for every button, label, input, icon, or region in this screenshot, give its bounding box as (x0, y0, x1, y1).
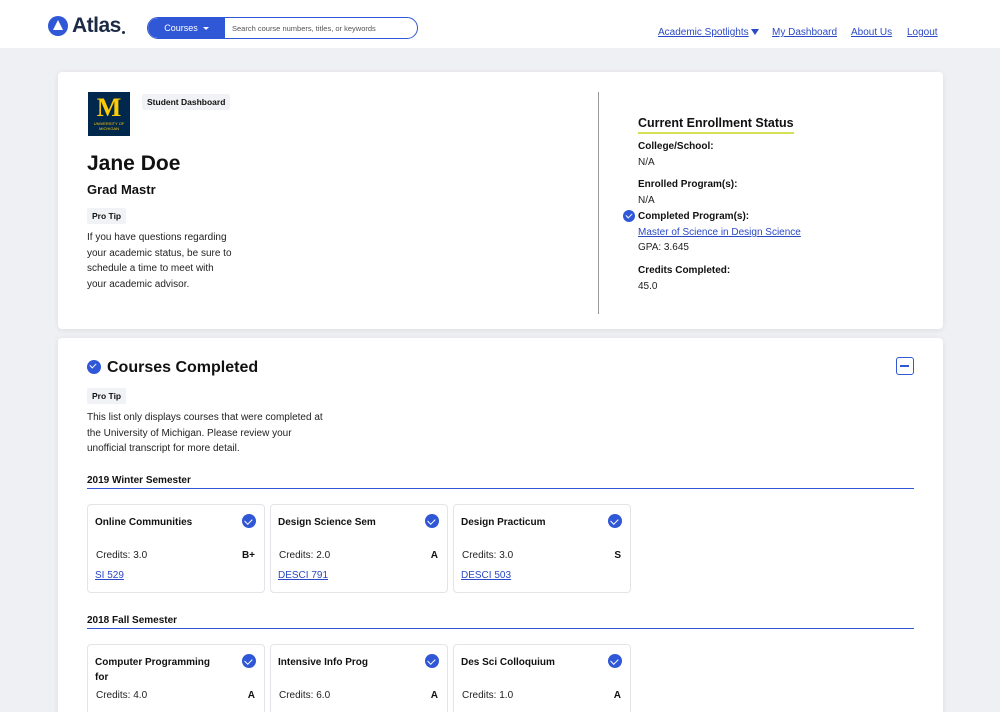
credits-completed-value: 45.0 (638, 281, 658, 292)
completed-check-icon (425, 654, 439, 668)
completed-check-icon (623, 210, 635, 222)
semester-divider (87, 488, 914, 489)
search-input[interactable] (225, 18, 417, 38)
completed-program-link[interactable]: Master of Science in Design Science (638, 227, 801, 238)
course-title: Computer Programming for (95, 657, 211, 683)
atlas-logo-icon (48, 16, 68, 36)
credits-completed-label: Credits Completed: (638, 265, 731, 276)
course-card[interactable]: Design Science Sem Credits: 2.0 A DESCI … (270, 504, 448, 593)
completed-check-icon (242, 654, 256, 668)
nav-academic-spotlights[interactable]: Academic Spotlights (658, 27, 759, 38)
nav-my-dashboard[interactable]: My Dashboard (772, 27, 837, 38)
completed-programs-label: Completed Program(s): (638, 211, 750, 222)
enrolled-programs-label: Enrolled Program(s): (638, 179, 738, 190)
course-card[interactable]: Online Communities Credits: 3.0 B+ SI 52… (87, 504, 265, 593)
course-card[interactable]: Intensive Info Prog Credits: 6.0 A (270, 644, 448, 712)
semester-heading: 2018 Fall Semester (87, 615, 178, 626)
course-credits: Credits: 3.0 (462, 550, 514, 561)
course-grade: A (430, 550, 438, 561)
dropdown-triangle-icon (750, 29, 759, 36)
student-program: Grad Mastr (87, 182, 156, 197)
courses-completed-heading: Courses Completed (107, 359, 259, 376)
profile-card: M UNIVERSITY OF MICHIGAN Student Dashboa… (58, 72, 943, 329)
pro-tip-badge: Pro Tip (87, 388, 127, 404)
course-credits: Credits: 6.0 (279, 690, 331, 701)
course-grade: A (430, 690, 438, 701)
nav-logout[interactable]: Logout (907, 27, 938, 38)
course-credits: Credits: 3.0 (96, 550, 148, 561)
search-category-dropdown[interactable]: Courses (148, 18, 225, 38)
completed-check-icon (242, 514, 256, 528)
course-title: Des Sci Colloquium (461, 657, 555, 668)
course-credits: Credits: 2.0 (279, 550, 331, 561)
chevron-down-icon (202, 26, 209, 30)
course-title: Design Science Sem (278, 517, 376, 528)
course-credits: Credits: 1.0 (462, 690, 514, 701)
courses-completed-check-icon (87, 360, 101, 374)
completed-check-icon (608, 654, 622, 668)
enrolled-programs-value: N/A (638, 195, 655, 206)
course-code-link[interactable]: DESCI 791 (278, 570, 328, 581)
completed-check-icon (608, 514, 622, 528)
course-credits: Credits: 4.0 (96, 690, 148, 701)
top-navigation-bar: Atlas Courses Academic Spotlights My Das… (0, 0, 1000, 48)
collapse-button[interactable] (896, 357, 914, 375)
courses-tip-text: This list only displays courses that wer… (87, 412, 323, 454)
search-bar: Courses (147, 17, 418, 39)
atlas-logo[interactable]: Atlas (48, 14, 125, 38)
pro-tip-text: If you have questions regarding your aca… (87, 232, 232, 290)
semester-heading: 2019 Winter Semester (87, 475, 191, 486)
course-grade: S (614, 550, 621, 561)
course-code-link[interactable]: SI 529 (95, 570, 124, 581)
course-card[interactable]: Design Practicum Credits: 3.0 S DESCI 50… (453, 504, 631, 593)
vertical-divider (598, 92, 599, 314)
gpa-value: GPA: 3.645 (638, 242, 689, 253)
course-card[interactable]: Des Sci Colloquium Credits: 1.0 A (453, 644, 631, 712)
college-value: N/A (638, 157, 655, 168)
nav-about-us[interactable]: About Us (851, 27, 892, 38)
pro-tip-badge: Pro Tip (87, 208, 127, 224)
course-grade: B+ (241, 550, 255, 561)
completed-check-icon (425, 514, 439, 528)
course-title: Intensive Info Prog (278, 657, 369, 668)
college-label: College/School: (638, 141, 714, 152)
logo-text: Atlas (72, 14, 121, 37)
course-grade: A (247, 690, 255, 701)
enrollment-status-heading: Current Enrollment Status (638, 116, 794, 134)
student-name: Jane Doe (87, 152, 181, 175)
course-title: Design Practicum (461, 517, 546, 528)
university-logo: M UNIVERSITY OF MICHIGAN (88, 92, 130, 136)
course-card[interactable]: Computer Programming for Credits: 4.0 A (87, 644, 265, 712)
semester-divider (87, 628, 914, 629)
search-category-label: Courses (164, 23, 198, 33)
student-dashboard-badge: Student Dashboard (142, 94, 231, 110)
courses-completed-card: Courses Completed Pro Tip This list only… (58, 338, 943, 712)
course-grade: A (613, 690, 621, 701)
course-title: Online Communities (95, 517, 193, 528)
course-code-link[interactable]: DESCI 503 (461, 570, 511, 581)
